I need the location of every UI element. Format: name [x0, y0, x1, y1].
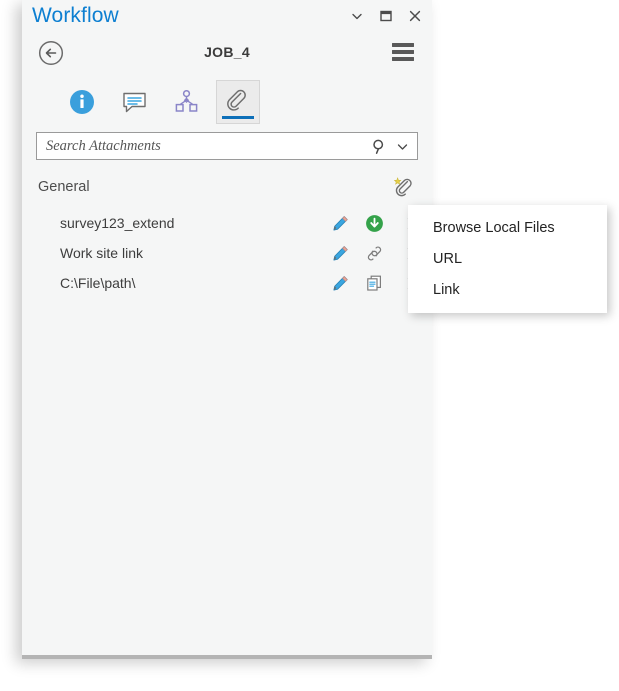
minimize-button[interactable]: [348, 7, 366, 25]
menu-item-label: Browse Local Files: [433, 219, 555, 236]
hamburger-bar: [392, 43, 414, 47]
edit-attachment-button[interactable]: [330, 273, 350, 293]
attachment-list: survey123_extend Work site link C:\File\…: [22, 208, 432, 298]
close-icon: [409, 10, 421, 22]
open-link-button[interactable]: [364, 243, 384, 263]
attachment-name: C:\File\path\: [60, 275, 136, 291]
tab-information[interactable]: [60, 80, 104, 124]
chevron-down-icon: [397, 143, 407, 150]
workflow-panel: Workflow JOB_4 Search Attachments Genera…: [22, 0, 432, 659]
edit-attachment-button[interactable]: [330, 243, 350, 263]
attachment-name: Work site link: [60, 245, 143, 261]
edit-attachment-button[interactable]: [330, 213, 350, 233]
add-attachment-button[interactable]: [392, 176, 416, 200]
page-title: JOB_4: [204, 44, 250, 60]
window-controls: [348, 7, 424, 25]
menu-item-browse-local-files[interactable]: Browse Local Files: [408, 212, 607, 243]
restore-button[interactable]: [377, 7, 395, 25]
attachment-group-header: General: [36, 176, 418, 202]
workflow-diagram-icon: [175, 89, 197, 112]
pencil-icon: [332, 275, 348, 290]
close-button[interactable]: [406, 7, 424, 25]
search-input[interactable]: [37, 132, 367, 160]
info-icon: [70, 90, 94, 114]
search-button[interactable]: [367, 138, 391, 155]
copy-path-button[interactable]: [364, 273, 384, 293]
hamburger-bar: [392, 50, 414, 54]
menu-item-label: URL: [433, 250, 463, 267]
download-icon: [365, 214, 383, 232]
add-attachment-context-menu: Browse Local Files URL Link: [408, 205, 607, 313]
restore-window-icon: [380, 10, 392, 22]
download-attachment-button[interactable]: [364, 213, 384, 233]
menu-item-label: Link: [433, 281, 460, 298]
add-attachment-paperclip-icon: [393, 177, 412, 197]
attachment-row[interactable]: survey123_extend: [22, 208, 432, 238]
title-bar: Workflow: [22, 0, 432, 36]
search-icon: [372, 139, 383, 154]
tab-bar: [22, 80, 432, 130]
tab-attachments[interactable]: [216, 80, 260, 124]
pencil-icon: [332, 215, 348, 230]
job-header: JOB_4: [22, 36, 432, 80]
tab-workflow[interactable]: [164, 80, 208, 124]
attachment-row[interactable]: C:\File\path\: [22, 268, 432, 298]
search-row: [22, 132, 432, 160]
app-title: Workflow: [32, 4, 119, 27]
copy-path-icon: [366, 275, 381, 291]
comment-icon: [122, 92, 146, 112]
attachment-row[interactable]: Work site link: [22, 238, 432, 268]
hamburger-menu-button[interactable]: [392, 43, 414, 61]
menu-item-url[interactable]: URL: [408, 243, 607, 274]
chevron-down-icon: [352, 13, 362, 20]
hamburger-bar: [392, 57, 414, 61]
paperclip-icon: [227, 89, 246, 111]
link-icon: [367, 246, 381, 260]
tab-comments[interactable]: [112, 80, 156, 124]
attachment-name: survey123_extend: [60, 215, 175, 231]
search-options-button[interactable]: [391, 140, 417, 153]
menu-item-link[interactable]: Link: [408, 274, 607, 305]
group-title: General: [38, 179, 90, 195]
search-box[interactable]: [36, 132, 418, 160]
pencil-icon: [332, 245, 348, 260]
